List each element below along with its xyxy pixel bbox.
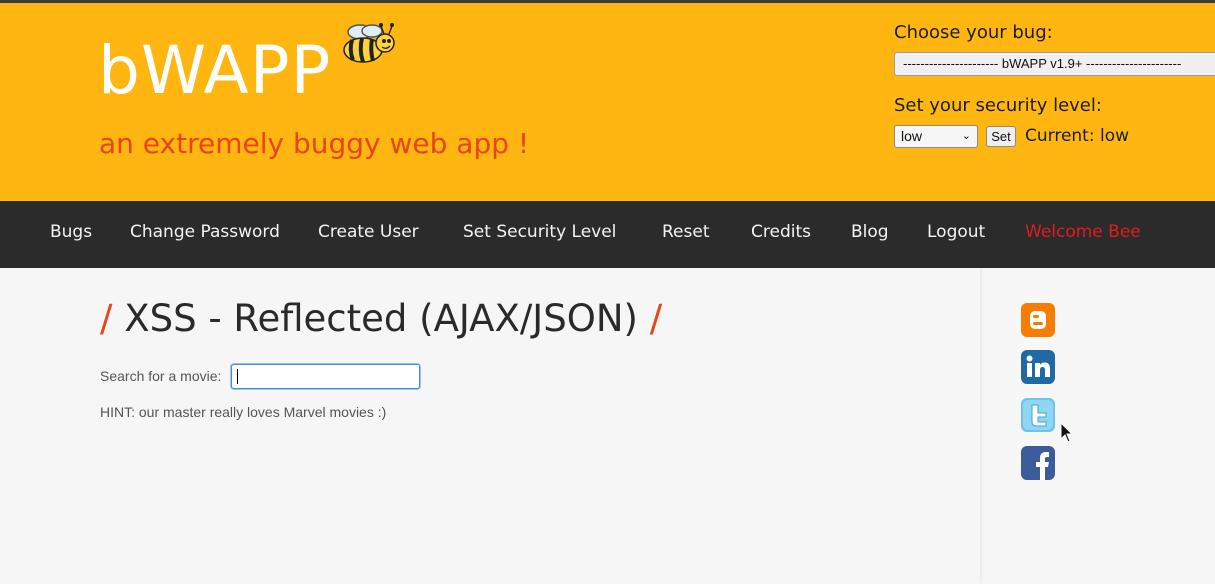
set-button[interactable]: Set bbox=[986, 126, 1016, 147]
security-level-select[interactable]: low ⌄ bbox=[894, 125, 978, 148]
blogger-icon[interactable] bbox=[1021, 303, 1055, 337]
nav-item-blog[interactable]: Blog bbox=[851, 224, 889, 241]
linkedin-icon[interactable] bbox=[1021, 350, 1055, 384]
twitter-icon[interactable] bbox=[1021, 398, 1055, 432]
security-level-label: Set your security level: bbox=[894, 95, 1102, 116]
search-label: Search for a movie: bbox=[100, 368, 222, 384]
security-level-value: low bbox=[901, 128, 923, 144]
nav-item-change-password[interactable]: Change Password bbox=[130, 224, 280, 241]
current-level-value: low bbox=[1099, 126, 1130, 146]
title-slash-right: / bbox=[649, 297, 663, 340]
facebook-icon[interactable] bbox=[1021, 446, 1055, 480]
title-slash-left: / bbox=[100, 297, 113, 340]
text-caret bbox=[237, 369, 238, 384]
chevron-down-icon: ⌄ bbox=[961, 130, 971, 142]
nav-item-set-security-level[interactable]: Set Security Level bbox=[463, 224, 616, 241]
bug-select-value: ---------------------- bWAPP v1.9+ -----… bbox=[903, 56, 1182, 71]
page-title-text: XSS - Reflected (AJAX/JSON) bbox=[124, 297, 638, 340]
tagline: an extremely buggy web app ! bbox=[99, 127, 530, 160]
nav-item-credits[interactable]: Credits bbox=[751, 224, 811, 241]
current-level: Current: low bbox=[1025, 128, 1129, 145]
current-level-prefix: Current: bbox=[1025, 126, 1100, 146]
nav-item-bugs[interactable]: Bugs bbox=[50, 224, 92, 241]
logo-text: bWAPP bbox=[98, 32, 332, 109]
nav-item-reset[interactable]: Reset bbox=[662, 224, 710, 241]
movie-search-input[interactable] bbox=[231, 364, 420, 389]
welcome-text: Welcome Bee bbox=[1025, 222, 1141, 242]
hint-text: HINT: our master really loves Marvel mov… bbox=[100, 404, 387, 420]
choose-bug-label: Choose your bug: bbox=[894, 22, 1053, 43]
nav-item-create-user[interactable]: Create User bbox=[318, 224, 419, 241]
mouse-cursor-icon bbox=[1060, 422, 1074, 443]
page-title: / XSS - Reflected (AJAX/JSON) / bbox=[100, 300, 662, 337]
nav-item-logout[interactable]: Logout bbox=[927, 224, 985, 241]
bug-select[interactable]: ---------------------- bWAPP v1.9+ -----… bbox=[894, 52, 1215, 76]
bee-logo-icon bbox=[343, 23, 395, 63]
